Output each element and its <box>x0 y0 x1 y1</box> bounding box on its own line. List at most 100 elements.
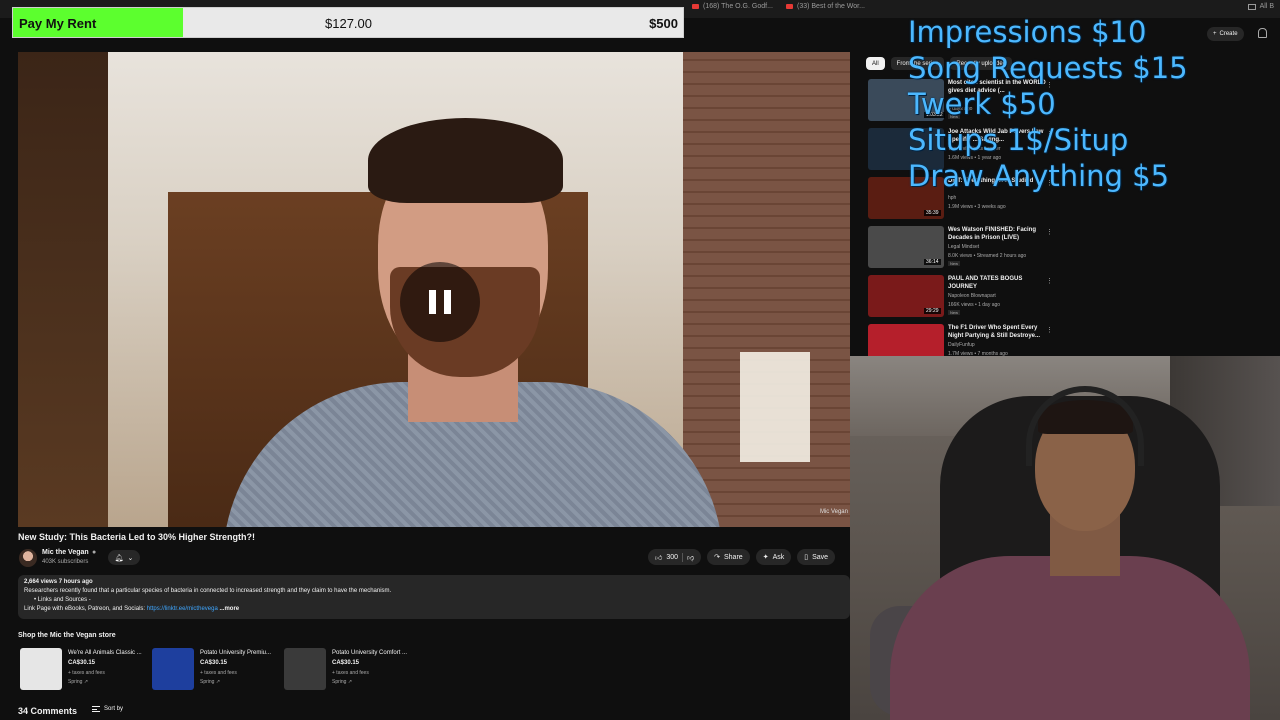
product-price: CA$30.15 <box>68 660 96 666</box>
product-price: CA$30.15 <box>332 660 360 666</box>
description-line: Researchers recently found that a partic… <box>24 588 392 594</box>
goal-target-amount: $500 <box>649 16 678 31</box>
video-duration: 36:14 <box>924 259 941 265</box>
youtube-icon <box>786 4 793 9</box>
scene-sunlight <box>740 352 810 462</box>
product-vendor[interactable]: Spring ↗ <box>68 679 88 685</box>
linktree-link[interactable]: https://linktr.ee/micthevega <box>147 606 218 612</box>
store-product[interactable]: We're All Animals Classic ... CA$30.15 +… <box>20 648 150 692</box>
ask-label: Ask <box>772 553 785 561</box>
chevron-down-icon: ⌄ <box>127 554 134 562</box>
folder-icon <box>1247 3 1256 10</box>
share-button[interactable]: ↷ Share <box>707 549 750 565</box>
product-name[interactable]: Potato University Comfort ... <box>332 650 407 656</box>
video-title: New Study: This Bacteria Led to 30% High… <box>18 532 256 542</box>
plus-icon: + <box>1213 31 1217 37</box>
recommendation-channel[interactable]: DailyFunfup <box>948 342 975 348</box>
description-links-line: Link Page with eBooks, Patreon, and Soci… <box>24 606 239 612</box>
product-thumbnail[interactable] <box>284 648 326 690</box>
price-item: Situps 1$/Situp <box>908 123 1129 157</box>
product-thumbnail[interactable] <box>152 648 194 690</box>
notification-bell-button[interactable]: 🔔︎ ⌄ <box>108 550 140 565</box>
product-name[interactable]: We're All Animals Classic ... <box>68 650 142 656</box>
product-fees: + taxes and fees <box>68 670 105 676</box>
recommendation-meta: 1.9M views • 3 weeks ago <box>948 204 1006 210</box>
price-item: Impressions $10 <box>908 15 1147 49</box>
like-dislike-group[interactable]: 👍︎ 300 👎︎ <box>648 549 702 565</box>
share-label: Share <box>724 553 743 561</box>
subscriber-count: 403K subscribers <box>42 559 89 565</box>
new-badge: New <box>948 310 961 315</box>
browser-tab-2[interactable]: (33) Best of the Wor... <box>786 3 865 10</box>
tab-label: (168) The O.G. Godf... <box>703 3 773 10</box>
goal-label: Pay My Rent <box>19 16 97 31</box>
new-badge: New <box>948 261 961 266</box>
channel-watermark[interactable]: Mic Vegan <box>820 509 848 515</box>
more-options-icon[interactable]: ⋮ <box>1046 326 1053 334</box>
recommendation-channel[interactable]: hph <box>948 195 956 201</box>
recommendation-title[interactable]: The F1 Driver Who Spent Every Night Part… <box>948 324 1048 340</box>
product-price: CA$30.15 <box>200 660 228 666</box>
create-button[interactable]: + Create <box>1207 27 1244 41</box>
chip-all[interactable]: All <box>866 57 885 70</box>
bell-icon: 🔔︎ <box>114 554 124 562</box>
recommendation-item[interactable]: 36:14 Wes Watson FINISHED: Facing Decades… <box>868 226 1058 270</box>
webcam-feed <box>850 356 1280 720</box>
product-vendor[interactable]: Spring ↗ <box>200 679 220 685</box>
store-product[interactable]: Potato University Premiu... CA$30.15 + t… <box>152 648 282 692</box>
sort-comments-button[interactable]: Sort by <box>92 706 123 712</box>
scene-wall <box>18 52 108 527</box>
price-item: Twerk $50 <box>908 87 1056 121</box>
product-fees: + taxes and fees <box>200 670 237 676</box>
recommendation-title[interactable]: PAUL AND TATES BOGUS JOURNEY <box>948 275 1048 291</box>
recommendation-channel[interactable]: Legal Mindset <box>948 244 979 250</box>
store-product[interactable]: Potato University Comfort ... CA$30.15 +… <box>284 648 414 692</box>
sparkle-icon: ✦ <box>762 554 769 561</box>
all-bookmarks[interactable]: All B <box>1247 3 1274 10</box>
stream-price-menu: Impressions $10 Song Requests $15 Twerk … <box>908 14 1188 194</box>
bookmarks-label: All B <box>1259 3 1274 10</box>
product-vendor[interactable]: Spring ↗ <box>332 679 352 685</box>
like-icon[interactable]: 👍︎ <box>655 553 662 562</box>
like-count: 300 <box>666 553 679 561</box>
save-label: Save <box>812 553 829 561</box>
pause-icon[interactable] <box>400 262 480 342</box>
view-stats: 2,664 views 7 hours ago <box>24 579 93 585</box>
streamer-shirt <box>890 556 1250 720</box>
notifications-icon[interactable] <box>1258 28 1267 38</box>
dislike-icon[interactable]: 👎︎ <box>687 553 694 562</box>
more-options-icon[interactable]: ⋮ <box>1046 228 1053 236</box>
recommendation-channel[interactable]: Napoleon Blownapart <box>948 293 996 299</box>
channel-name[interactable]: Mic the Vegan <box>42 549 89 556</box>
bookmark-icon: ▯ <box>804 554 809 561</box>
divider <box>682 552 684 562</box>
channel-avatar[interactable] <box>19 549 37 567</box>
sort-label: Sort by <box>104 706 124 712</box>
youtube-icon <box>692 4 699 9</box>
save-button[interactable]: ▯ Save <box>797 549 836 565</box>
show-more-link[interactable]: ...more <box>219 606 239 612</box>
product-name[interactable]: Potato University Premiu... <box>200 650 271 656</box>
tab-label: (33) Best of the Wor... <box>797 3 865 10</box>
sort-icon <box>92 706 100 712</box>
description-line: Link Page with eBooks, Patreon, and Soci… <box>24 606 147 612</box>
recommendation-meta: 166K views • 1 day ago <box>948 302 1001 308</box>
price-item: Song Requests $15 <box>908 51 1188 85</box>
browser-tab-1[interactable]: (168) The O.G. Godf... <box>692 3 773 10</box>
create-label: Create <box>1219 31 1238 37</box>
recommendation-title[interactable]: Wes Watson FINISHED: Facing Decades in P… <box>948 226 1048 242</box>
donation-goal-bar: Pay My Rent $127.00 $500 <box>12 7 684 38</box>
ask-button[interactable]: ✦ Ask <box>755 549 792 565</box>
video-duration: 35:39 <box>924 210 941 216</box>
price-item: Draw Anything $5 <box>908 159 1170 193</box>
verified-icon: ● <box>92 549 97 556</box>
recommendation-item[interactable]: 29:29 PAUL AND TATES BOGUS JOURNEY Napoleo… <box>868 275 1058 319</box>
product-thumbnail[interactable] <box>20 648 62 690</box>
video-duration: 29:29 <box>924 308 941 314</box>
comments-count: 34 Comments <box>18 706 78 716</box>
description-box[interactable]: 2,664 views 7 hours ago Researchers rece… <box>18 575 850 619</box>
video-player[interactable]: Mic Vegan <box>18 52 850 527</box>
more-options-icon[interactable]: ⋮ <box>1046 277 1053 285</box>
recommendation-meta: 8.0K views • Streamed 2 hours ago <box>948 253 1027 259</box>
goal-current-amount: $127.00 <box>325 16 372 31</box>
